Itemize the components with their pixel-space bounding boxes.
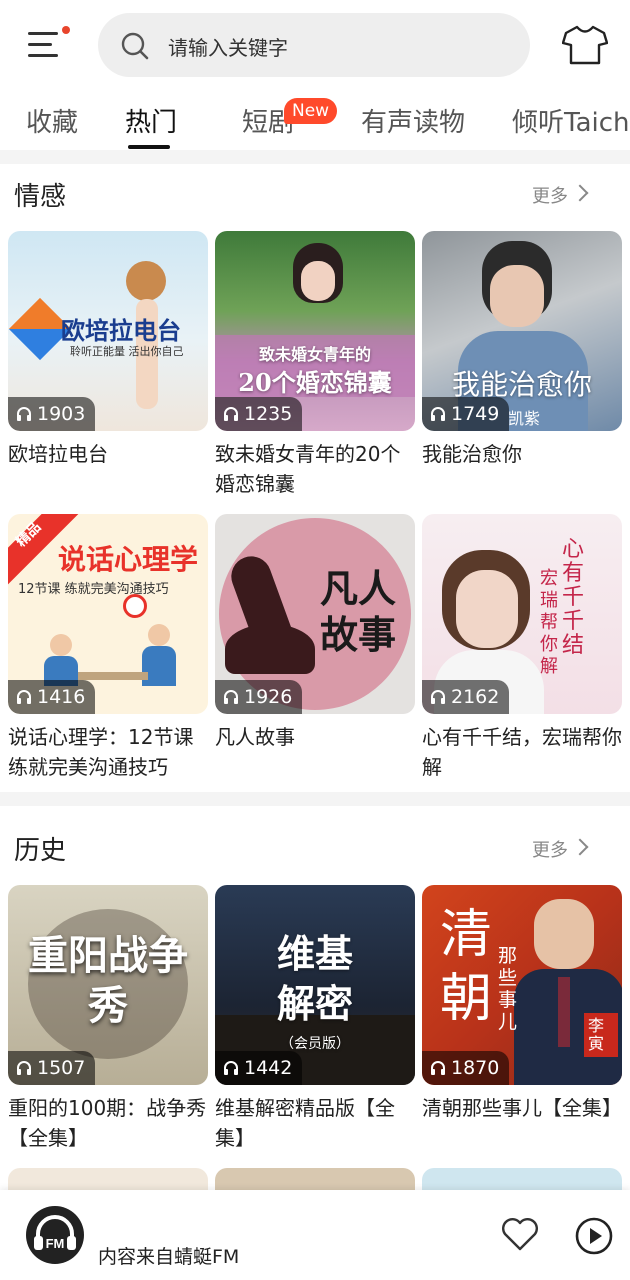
tab-taichu[interactable]: 倾听Taichu [512,102,630,139]
cover-subtitle: 宏瑞帮你解 [540,568,558,677]
album-cover: 清朝 那些事儿 李寅 1870 [422,885,622,1085]
play-count: 1507 [8,1051,96,1085]
search-placeholder: 请输入关键字 [168,36,288,60]
album-cover: 欧培拉电台 聆听正能量 活出你自己 1903 [8,231,208,431]
album-title: 清朝那些事儿【全集】 [422,1096,622,1120]
fm-logo[interactable]: FM [26,1206,84,1264]
album-cover: 凡人故事 1926 [215,514,415,714]
play-count: 1926 [215,680,303,714]
album-cover: 心有千千结 宏瑞帮你解 2162 [422,514,622,714]
play-count: 2162 [422,680,510,714]
tab-audiobooks[interactable]: 有声读物 [361,102,465,139]
host-tag: 李寅 [584,1013,618,1057]
active-tab-indicator [128,145,170,149]
notification-dot [62,26,70,34]
source-label: 内容来自蜻蜓FM [98,1246,240,1268]
more-label: 更多 [532,840,568,861]
play-count: 1870 [422,1051,510,1085]
cover-subtitle: 致未婚女青年的 [258,345,371,364]
headphones-icon [224,1061,238,1075]
cover-title: 重阳战争秀 [28,932,188,1029]
play-count-value: 1442 [244,1057,293,1079]
search-icon [121,32,149,60]
play-count-value: 1926 [244,686,293,708]
album-title: 重阳的100期：战争秀【全集】 [8,1096,207,1150]
album-cover: 精品 说话心理学 12节课 练就完美沟通技巧 1416 [8,514,208,714]
album-cover: 重阳战争秀 1507 [8,885,208,1085]
mini-player: FM 内容来自蜻蜓FM [0,1190,630,1280]
headphones-icon [431,1061,445,1075]
headphones-icon [224,690,238,704]
cover-title: 清朝 [440,905,493,1029]
category-tabs: 收藏 热门 短剧 New 有声读物 倾听Taichu [0,92,630,150]
album-cover: 致未婚女青年的 20个婚恋锦囊 1235 [215,231,415,431]
divider [0,792,630,806]
play-count-value: 1870 [451,1057,500,1079]
play-count-value: 1749 [451,403,500,425]
headphones-icon [224,407,238,421]
chevron-right-icon [571,184,589,202]
album-title: 维基解密精品版【全集】 [215,1096,395,1150]
cover-subtitle: 聆听正能量 活出你自己 [70,345,184,358]
cover-title: 心有千千结 [562,537,585,658]
album-title: 致未婚女青年的20个婚恋锦囊 [215,442,401,496]
more-label: 更多 [532,186,568,207]
play-icon[interactable] [574,1216,614,1256]
album-title: 心有千千结，宏瑞帮你解 [422,725,622,779]
headphones-icon [17,1061,31,1075]
fm-logo-text: FM [46,1236,65,1251]
headphones-icon [431,690,445,704]
tab-favorites[interactable]: 收藏 [26,102,78,139]
cover-title: 凡人故事 [319,566,396,657]
headphones-icon: FM [34,1215,76,1251]
album-title: 凡人故事 [215,725,295,749]
section-title-emotion: 情感 [14,182,67,212]
divider [0,150,630,164]
play-count-value: 1507 [37,1057,86,1079]
chevron-right-icon [571,838,589,856]
play-count: 1416 [8,680,96,714]
cover-title: 说话心理学 [57,543,198,576]
play-count: 1442 [215,1051,303,1085]
album-title: 说话心理学：12节课练就完美沟通技巧 [8,725,194,779]
headphones-icon [431,407,445,421]
section-title-history: 历史 [14,836,67,866]
headphones-icon [17,690,31,704]
play-count: 1235 [215,397,303,431]
cover-subtitle: 凯紫 [508,409,541,428]
play-count-value: 1416 [37,686,86,708]
album-cover: 我能治愈你 凯紫 1749 [422,231,622,431]
cover-subtitle: 那些事儿 [498,945,518,1033]
headphones-icon [17,407,31,421]
album-cover: 维基解密 （会员版） 1442 [215,885,415,1085]
play-count-value: 1903 [37,403,86,425]
cover-title: 维基解密 [276,931,353,1026]
cover-subtitle: 12节课 练就完美沟通技巧 [18,582,169,597]
tab-popular[interactable]: 热门 [125,102,177,139]
menu-icon[interactable] [26,26,70,62]
play-count-value: 1235 [244,403,293,425]
play-count-value: 2162 [451,686,500,708]
search-input[interactable]: 请输入关键字 [98,13,530,77]
new-badge: New [284,98,338,124]
cover-title: 欧培拉电台 [61,316,181,345]
album-title: 我能治愈你 [422,442,522,466]
cover-subtitle: （会员版） [280,1036,350,1052]
album-title: 欧培拉电台 [8,442,108,466]
top-bar: 请输入关键字 [0,0,630,92]
heart-icon[interactable] [500,1216,540,1252]
cover-title: 20个婚恋锦囊 [238,368,392,397]
play-count: 1749 [422,397,510,431]
shirt-icon[interactable] [562,24,608,66]
play-count: 1903 [8,397,96,431]
